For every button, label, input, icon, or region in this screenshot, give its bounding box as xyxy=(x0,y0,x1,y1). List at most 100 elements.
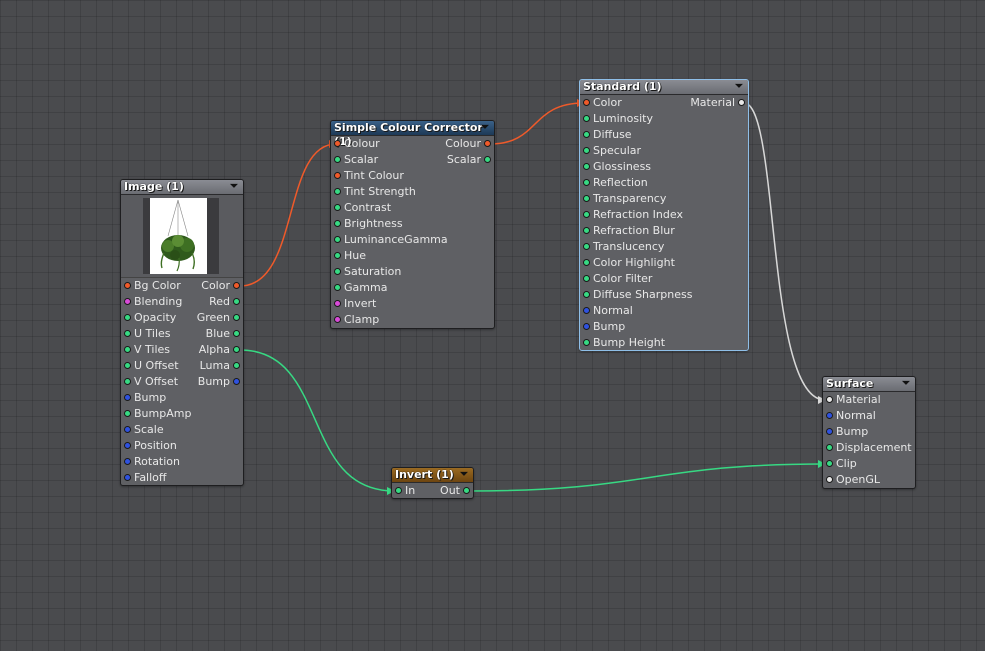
bump-output-pin[interactable] xyxy=(233,378,240,385)
u-tiles-label: U Tiles xyxy=(134,327,171,340)
clip-label: Clip xyxy=(836,457,857,470)
normal-input-pin[interactable] xyxy=(826,412,833,419)
standard-port-row: Diffuse xyxy=(580,127,748,143)
standard-port-row: Glossiness xyxy=(580,159,748,175)
diffuse-sharpness-input-pin[interactable] xyxy=(583,291,590,298)
color-output-pin[interactable] xyxy=(233,282,240,289)
invert-input-pin[interactable] xyxy=(334,300,341,307)
image-port-row: Rotation xyxy=(121,454,243,470)
in-input-pin[interactable] xyxy=(395,487,402,494)
surface-node[interactable]: Surface ⏷ Material Normal Bump Displacem… xyxy=(822,376,916,489)
u-tiles-input-pin[interactable] xyxy=(124,330,131,337)
gamma-input-pin[interactable] xyxy=(334,284,341,291)
chevron-down-icon[interactable]: ⏷ xyxy=(228,180,240,194)
refraction-index-input-pin[interactable] xyxy=(583,211,590,218)
tint-strength-input-pin[interactable] xyxy=(334,188,341,195)
falloff-input-pin[interactable] xyxy=(124,474,131,481)
material-input-pin[interactable] xyxy=(826,396,833,403)
luma-output-label: Luma xyxy=(199,359,230,372)
color-input-pin[interactable] xyxy=(583,99,590,106)
alpha-output-pin[interactable] xyxy=(233,346,240,353)
saturation-input-pin[interactable] xyxy=(334,268,341,275)
scalar-input-pin[interactable] xyxy=(334,156,341,163)
transparency-input-pin[interactable] xyxy=(583,195,590,202)
scc-node-header[interactable]: Simple Colour Corrector (1) ⏷ xyxy=(331,121,494,148)
blue-output-label: Blue xyxy=(205,327,230,340)
colour-input-pin[interactable] xyxy=(334,140,341,147)
reflection-input-pin[interactable] xyxy=(583,179,590,186)
out-output-pin[interactable] xyxy=(463,487,470,494)
glossiness-input-pin[interactable] xyxy=(583,163,590,170)
position-input-pin[interactable] xyxy=(124,442,131,449)
v-tiles-label: V Tiles xyxy=(134,343,171,356)
color-filter-input-pin[interactable] xyxy=(583,275,590,282)
standard-node-title: Standard (1) xyxy=(583,80,662,93)
opacity-input-pin[interactable] xyxy=(124,314,131,321)
image-port-row: V Tiles Alpha xyxy=(121,342,243,358)
opengl-input-pin[interactable] xyxy=(826,476,833,483)
contrast-label: Contrast xyxy=(344,201,392,214)
transparency-label: Transparency xyxy=(593,192,667,205)
gamma-label: Gamma xyxy=(344,281,388,294)
u-offset-input-pin[interactable] xyxy=(124,362,131,369)
surface-node-header[interactable]: Surface ⏷ xyxy=(823,377,915,392)
scc-port-row: Tint Colour xyxy=(331,168,494,184)
bump-input-pin[interactable] xyxy=(124,394,131,401)
clamp-input-pin[interactable] xyxy=(334,316,341,323)
chevron-down-icon[interactable]: ⏷ xyxy=(458,468,470,482)
blue-output-pin[interactable] xyxy=(233,330,240,337)
bg-color-input-pin[interactable] xyxy=(124,282,131,289)
bump-input-pin[interactable] xyxy=(826,428,833,435)
scalar-output-pin[interactable] xyxy=(484,156,491,163)
specular-input-pin[interactable] xyxy=(583,147,590,154)
image-node-header[interactable]: Image (1) ⏷ xyxy=(121,180,243,195)
red-output-pin[interactable] xyxy=(233,298,240,305)
normal-input-pin[interactable] xyxy=(583,307,590,314)
chevron-down-icon[interactable]: ⏷ xyxy=(900,377,912,391)
hue-input-pin[interactable] xyxy=(334,252,341,259)
standard-material-node[interactable]: Standard (1) ⏷ Color Material Luminosity… xyxy=(579,79,749,351)
chevron-down-icon[interactable]: ⏷ xyxy=(733,80,745,94)
tint-colour-input-pin[interactable] xyxy=(334,172,341,179)
image-node[interactable]: Image (1) ⏷ Bg Color Color Blending Red … xyxy=(120,179,244,486)
brightness-input-pin[interactable] xyxy=(334,220,341,227)
green-output-pin[interactable] xyxy=(233,314,240,321)
colour-output-pin[interactable] xyxy=(484,140,491,147)
diffuse-input-pin[interactable] xyxy=(583,131,590,138)
bump-height-label: Bump Height xyxy=(593,336,666,349)
bump-height-input-pin[interactable] xyxy=(583,339,590,346)
translucency-input-pin[interactable] xyxy=(583,243,590,250)
luminosity-input-pin[interactable] xyxy=(583,115,590,122)
rotation-input-pin[interactable] xyxy=(124,458,131,465)
invert-node[interactable]: Invert (1) ⏷ In Out xyxy=(391,467,474,499)
material-output-pin[interactable] xyxy=(738,99,745,106)
v-offset-input-pin[interactable] xyxy=(124,378,131,385)
bump-label: Bump xyxy=(836,425,869,438)
bumpamp-input-pin[interactable] xyxy=(124,410,131,417)
color-highlight-input-pin[interactable] xyxy=(583,259,590,266)
displacement-label: Displacement xyxy=(836,441,912,454)
v-tiles-input-pin[interactable] xyxy=(124,346,131,353)
luminancegamma-input-pin[interactable] xyxy=(334,236,341,243)
clip-input-pin[interactable] xyxy=(826,460,833,467)
bump-label: Bump xyxy=(593,320,626,333)
hanging-plant-thumbnail xyxy=(150,198,207,274)
chevron-down-icon[interactable]: ⏷ xyxy=(479,121,491,135)
simple-colour-corrector-node[interactable]: Simple Colour Corrector (1) ⏷ Colour Col… xyxy=(330,120,495,329)
in-label: In xyxy=(405,484,416,497)
invert-node-header[interactable]: Invert (1) ⏷ xyxy=(392,468,473,483)
standard-node-header[interactable]: Standard (1) ⏷ xyxy=(580,80,748,95)
bump-input-pin[interactable] xyxy=(583,323,590,330)
red-output-label: Red xyxy=(209,295,230,308)
brightness-label: Brightness xyxy=(344,217,403,230)
displacement-input-pin[interactable] xyxy=(826,444,833,451)
wire-image-color-to-scc-colour xyxy=(239,140,337,287)
colour-input-label: Colour xyxy=(344,137,380,150)
luminancegamma-label: LuminanceGamma xyxy=(344,233,448,246)
contrast-input-pin[interactable] xyxy=(334,204,341,211)
refraction-blur-input-pin[interactable] xyxy=(583,227,590,234)
image-port-row: Falloff xyxy=(121,470,243,485)
blending-input-pin[interactable] xyxy=(124,298,131,305)
luma-output-pin[interactable] xyxy=(233,362,240,369)
scale-input-pin[interactable] xyxy=(124,426,131,433)
